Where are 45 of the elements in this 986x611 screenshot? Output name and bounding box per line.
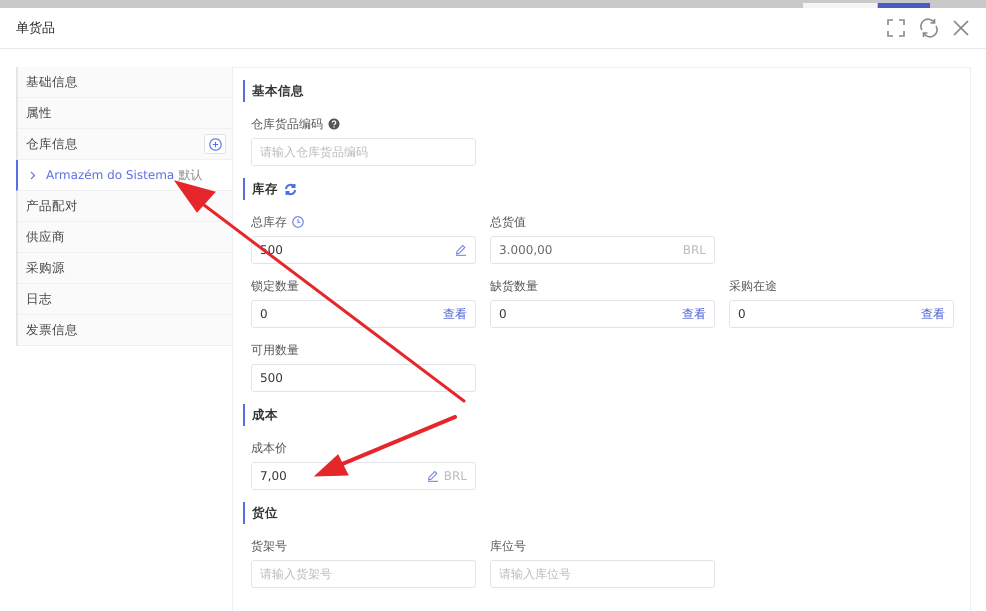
clock-icon[interactable] <box>292 216 304 228</box>
value-field[interactable]: 7,00 BRL <box>251 462 476 490</box>
field-label: 总库存 <box>251 214 287 230</box>
sidebar-item[interactable]: 产品配对 <box>26 198 78 214</box>
default-tag: 默认 <box>178 166 202 184</box>
field-label: 库位号 <box>490 538 526 554</box>
value-field[interactable]: 0 查看 <box>251 300 476 328</box>
sidebar-item[interactable]: 日志 <box>26 290 52 308</box>
field-label: 采购在途 <box>729 278 777 294</box>
value-field[interactable]: 0 查看 <box>729 300 954 328</box>
sidebar-item[interactable]: 属性 <box>26 104 52 122</box>
sidebar-item[interactable]: 仓库信息 <box>26 136 78 152</box>
field-label: 总货值 <box>490 214 526 230</box>
section-title: 基本信息 <box>252 82 304 100</box>
pencil-icon[interactable] <box>455 244 467 256</box>
refresh-icon[interactable] <box>918 17 940 39</box>
field-label: 仓库货品编码 <box>251 116 323 132</box>
currency-suffix: BRL <box>444 469 467 483</box>
view-link[interactable]: 查看 <box>682 306 706 322</box>
refresh-icon[interactable] <box>284 182 297 196</box>
sidebar-item[interactable]: 发票信息 <box>26 322 78 338</box>
value-field[interactable]: 0 查看 <box>490 300 715 328</box>
value-field[interactable]: 500 <box>251 364 476 392</box>
field-label: 成本价 <box>251 440 287 456</box>
add-button[interactable] <box>204 134 226 154</box>
sidebar-item[interactable]: 供应商 <box>26 228 65 246</box>
sidebar-item[interactable]: 基础信息 <box>26 74 78 90</box>
fullscreen-icon[interactable] <box>886 18 906 38</box>
window-title: 单货品 <box>16 20 55 37</box>
pencil-icon[interactable] <box>426 470 439 482</box>
section-title: 库存 <box>252 180 278 198</box>
plus-icon[interactable] <box>208 138 222 150</box>
currency-suffix: BRL <box>682 243 706 257</box>
view-link[interactable]: 查看 <box>921 306 945 322</box>
chevron-icon[interactable] <box>30 170 36 180</box>
section-title: 成本 <box>252 406 278 424</box>
field-label: 可用数量 <box>251 342 299 358</box>
field-label: 货架号 <box>251 538 287 554</box>
sidebar-item[interactable]: 采购源 <box>26 260 65 276</box>
field-label: 缺货数量 <box>490 278 538 294</box>
warehouse-item[interactable]: Armazém do Sistema 默认 <box>16 160 232 191</box>
view-link[interactable]: 查看 <box>443 306 467 322</box>
section-title: 货位 <box>252 504 278 522</box>
close-icon[interactable] <box>952 19 970 37</box>
field-label: 锁定数量 <box>251 278 299 294</box>
